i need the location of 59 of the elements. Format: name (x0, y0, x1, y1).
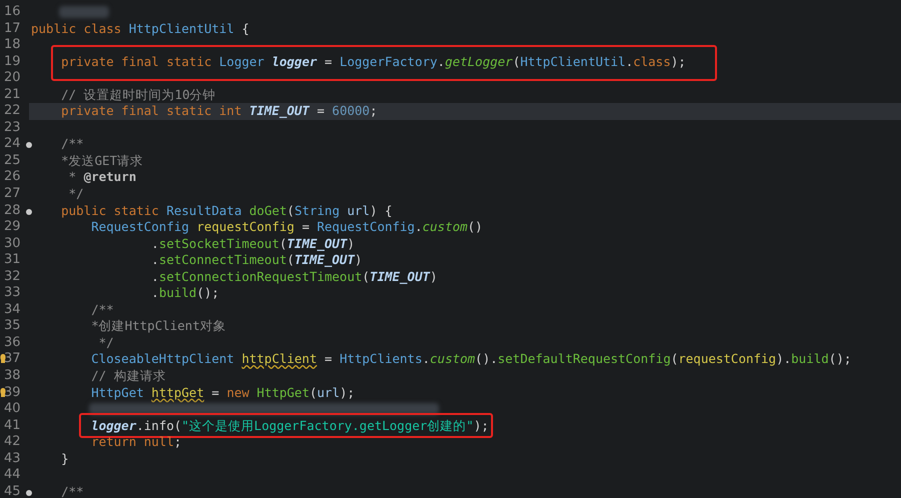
line-number: 35 (4, 318, 21, 335)
line-number: 18 (4, 37, 21, 54)
code-line: *创建HttpClient对象 (90, 318, 226, 335)
code-line: .build(); (150, 285, 220, 302)
line-number: 39 (4, 384, 21, 402)
line-number: 37 (4, 351, 21, 368)
line-number: 40 (4, 401, 21, 418)
warning-bulb-icon[interactable] (0, 388, 6, 398)
code-line: return null; (90, 434, 182, 451)
code-line: // 设置超时时间为10分钟 (60, 86, 216, 104)
code-line: */ (98, 334, 114, 352)
code-line: .setConnectTimeout(TIME_OUT) (150, 252, 362, 269)
code-line: .setConnectionRequestTimeout(TIME_OUT) (150, 268, 438, 286)
code-line: public class HttpClientUtil { (31, 20, 250, 38)
line-number: 27 (4, 186, 21, 203)
code-line: .setSocketTimeout(TIME_OUT) (150, 236, 355, 252)
line-number: 26 (4, 169, 21, 186)
line-number: 20 (4, 70, 21, 87)
line-number: 44 (4, 467, 21, 484)
code-line: private final static int TIME_OUT = 60000; (60, 103, 378, 120)
line-number: 38 (4, 368, 21, 385)
warning-bulb-icon[interactable] (0, 354, 6, 364)
line-number: 22 (4, 103, 21, 120)
line-number: 31 (4, 252, 21, 269)
fold-marker-icon[interactable] (26, 208, 32, 215)
line-number: 19 (4, 54, 21, 70)
fold-marker-icon[interactable] (26, 490, 32, 496)
code-line: // 构建请求 (90, 368, 166, 385)
line-number: 34 (4, 302, 21, 318)
code-line: CloseableHttpClient httpClient = HttpClients.custom().setDefaultRequestConfig(requestConfig).build(); (90, 351, 852, 368)
code-line: /** (60, 136, 84, 153)
line-number: 42 (4, 434, 21, 451)
code-line: logger.info("这个是使用LoggerFactory.getLogger创建的"); (90, 418, 489, 434)
line-number: 23 (4, 120, 21, 136)
line-number: 17 (4, 20, 21, 38)
line-number: 41 (4, 418, 21, 434)
line-number: 32 (4, 268, 21, 286)
line-number: 36 (4, 334, 21, 352)
code-line: /** (60, 484, 84, 498)
line-number: 43 (4, 450, 21, 468)
line-number: 45 (4, 484, 21, 498)
code-line: HttpGet httpGet = new HttpGet(url); (90, 384, 355, 402)
fold-marker-icon[interactable] (26, 142, 32, 148)
code-line: *发送GET请求 (60, 152, 144, 170)
line-number: 28 (4, 202, 21, 220)
code-line: /** (90, 302, 114, 318)
line-number: 30 (4, 236, 21, 252)
code-line: public static ResultData doGet(String url) { (60, 202, 392, 220)
line-number: 16 (4, 4, 21, 21)
code-line: RequestConfig requestConfig = RequestConfig.custom() (90, 219, 483, 236)
code-line: */ (68, 186, 84, 203)
line-number: 25 (4, 152, 21, 170)
code-line: } (60, 450, 69, 468)
line-number: 21 (4, 86, 21, 104)
code-line: private final static Logger logger = LoggerFactory.getLogger(HttpClientUtil.class); (60, 54, 686, 70)
line-number: 33 (4, 285, 21, 302)
code-line: * @return (68, 169, 136, 186)
line-number: 24 (4, 136, 21, 153)
line-number: 29 (4, 219, 21, 236)
